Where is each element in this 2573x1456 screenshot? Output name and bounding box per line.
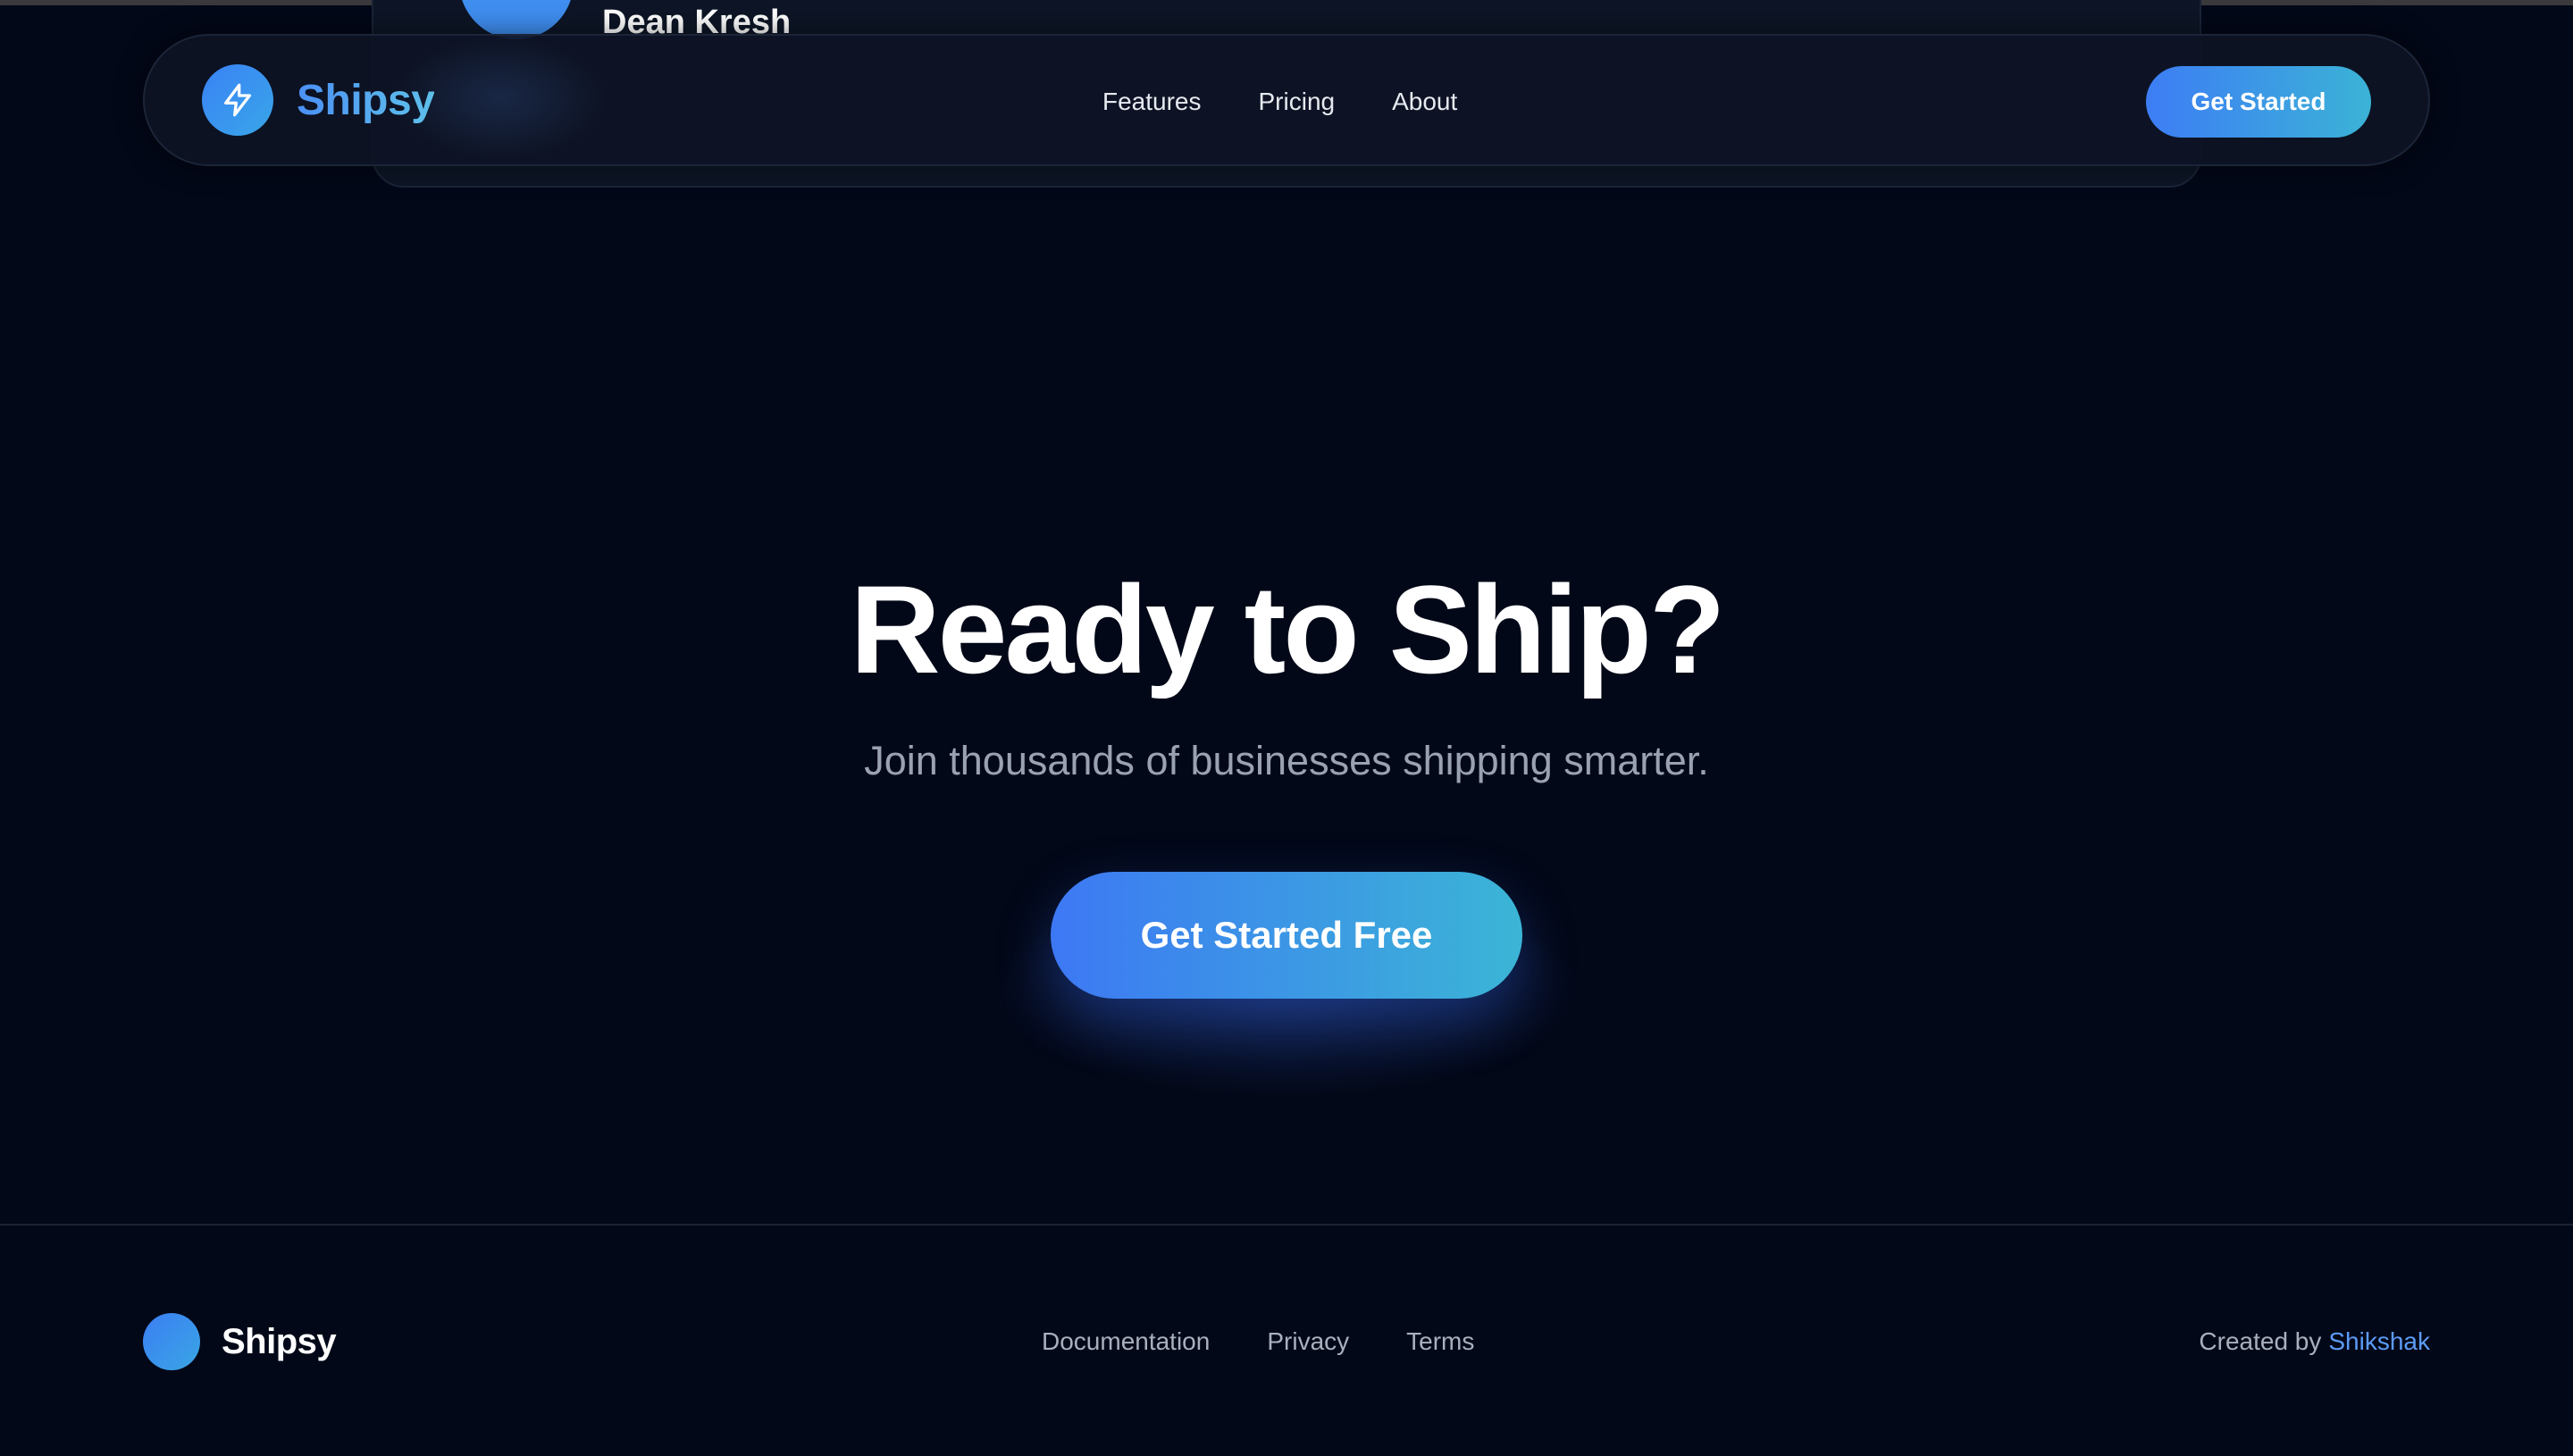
footer-links: Documentation Privacy Terms bbox=[1042, 1322, 1474, 1361]
footer-link-privacy[interactable]: Privacy bbox=[1267, 1327, 1349, 1356]
footer-credit-author-link[interactable]: Shikshak bbox=[2328, 1327, 2430, 1356]
footer-brand-name: Shipsy bbox=[222, 1321, 337, 1361]
footer-brand-link[interactable]: Shipsy bbox=[143, 1313, 337, 1370]
footer-link-terms[interactable]: Terms bbox=[1406, 1327, 1474, 1356]
nav-link-about[interactable]: About bbox=[1392, 88, 1457, 116]
hero-title: Ready to Ship? bbox=[850, 559, 1726, 699]
nav-links: Features Pricing About bbox=[1102, 36, 1457, 168]
hero-subtitle: Join thousands of businesses shipping sm… bbox=[864, 738, 1709, 783]
top-navbar: Shipsy Features Pricing About Get Starte… bbox=[143, 34, 2430, 166]
brand-name: Shipsy bbox=[297, 76, 435, 124]
get-started-button[interactable]: Get Started bbox=[2146, 66, 2371, 138]
lightning-bolt-icon bbox=[202, 64, 273, 136]
footer-divider bbox=[0, 1224, 2573, 1226]
page: Dean Kresh Shipsy Features Pricing About… bbox=[0, 0, 2573, 1456]
footer-credit-prefix: Created by bbox=[2199, 1327, 2322, 1355]
nav-link-pricing[interactable]: Pricing bbox=[1259, 88, 1336, 116]
footer-logo-dot bbox=[143, 1313, 200, 1370]
footer-credit: Created by Shikshak bbox=[2199, 1322, 2430, 1361]
nav-link-features[interactable]: Features bbox=[1102, 88, 1202, 116]
get-started-free-button[interactable]: Get Started Free bbox=[1051, 872, 1522, 999]
footer-link-documentation[interactable]: Documentation bbox=[1042, 1327, 1210, 1356]
brand-logo-link[interactable]: Shipsy bbox=[202, 64, 435, 136]
